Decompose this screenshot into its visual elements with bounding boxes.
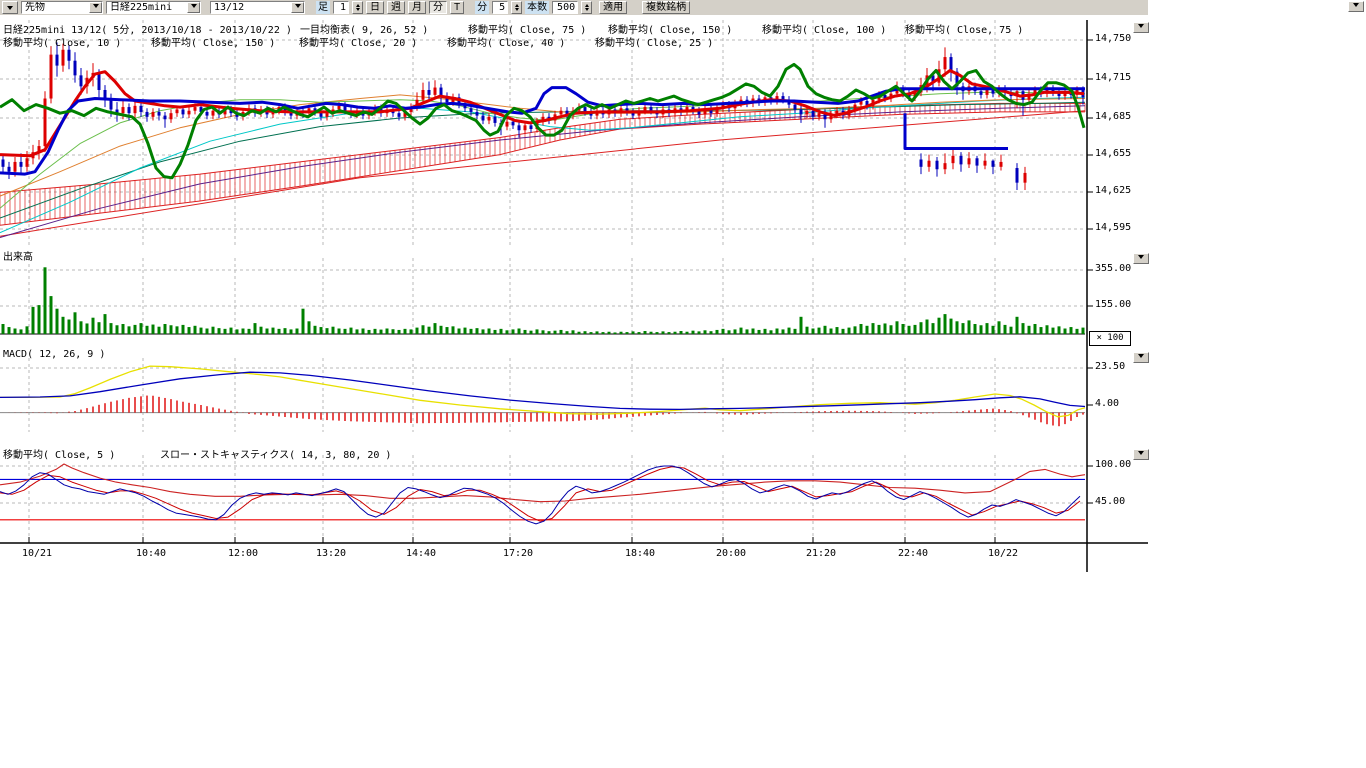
x-axis-tick-label: 13:20 — [309, 548, 353, 559]
y-axis-tick-label: 14,625 — [1095, 185, 1131, 196]
legend-item: 移動平均( Close, 75 ) — [905, 21, 1023, 36]
chart-canvas[interactable] — [0, 0, 1366, 768]
x-axis-tick-label: 18:40 — [618, 548, 662, 559]
trading-chart-window: 先物 日経225mini 13/12 足 1 日 週 月 分 T 分 5 本数 … — [0, 0, 1366, 768]
x-axis-tick-label: 10:40 — [129, 548, 173, 559]
x-axis-tick-label: 20:00 — [709, 548, 753, 559]
x-axis-tick-label: 12:00 — [221, 548, 265, 559]
stoch-ma-label: 移動平均( Close, 5 ) — [3, 446, 115, 461]
x-axis-tick-label: 10/22 — [981, 548, 1025, 559]
x-axis-tick-label: 22:40 — [891, 548, 935, 559]
y-axis-tick-label: 355.00 — [1095, 263, 1131, 274]
y-axis-tick-label: 45.00 — [1095, 496, 1125, 507]
volume-multiplier-box: × 100 — [1089, 331, 1131, 346]
legend-item: 移動平均( Close, 150 ) — [151, 34, 275, 49]
macd-pane-dropdown-icon[interactable] — [1133, 352, 1149, 363]
macd-pane-label: MACD( 12, 26, 9 ) — [3, 349, 105, 360]
y-axis-tick-label: 14,685 — [1095, 111, 1131, 122]
y-axis-tick-label: 4.00 — [1095, 398, 1119, 409]
x-axis-tick-label: 17:20 — [496, 548, 540, 559]
legend-item: 移動平均( Close, 100 ) — [762, 21, 886, 36]
legend-item: 移動平均( Close, 25 ) — [595, 34, 713, 49]
y-axis-tick-label: 14,750 — [1095, 33, 1131, 44]
stoch-pane-dropdown-icon[interactable] — [1133, 449, 1149, 460]
x-axis-tick-label: 21:20 — [799, 548, 843, 559]
legend-item: 移動平均( Close, 20 ) — [299, 34, 417, 49]
stoch-pane-label: スロー・ストキャスティクス( 14, 3, 80, 20 ) — [160, 446, 391, 461]
y-axis-tick-label: 23.50 — [1095, 361, 1125, 372]
legend-item: 移動平均( Close, 40 ) — [447, 34, 565, 49]
price-pane-dropdown-icon[interactable] — [1133, 22, 1149, 33]
x-axis-tick-label: 10/21 — [15, 548, 59, 559]
y-axis-tick-label: 14,715 — [1095, 72, 1131, 83]
x-axis-tick-label: 14:40 — [399, 548, 443, 559]
y-axis-tick-label: 14,655 — [1095, 148, 1131, 159]
y-axis-tick-label: 100.00 — [1095, 459, 1131, 470]
y-axis-tick-label: 155.00 — [1095, 299, 1131, 310]
y-axis-tick-label: 14,595 — [1095, 222, 1131, 233]
volume-pane-dropdown-icon[interactable] — [1133, 253, 1149, 264]
legend-item: 移動平均( Close, 10 ) — [3, 34, 121, 49]
volume-pane-label: 出来高 — [3, 248, 33, 263]
